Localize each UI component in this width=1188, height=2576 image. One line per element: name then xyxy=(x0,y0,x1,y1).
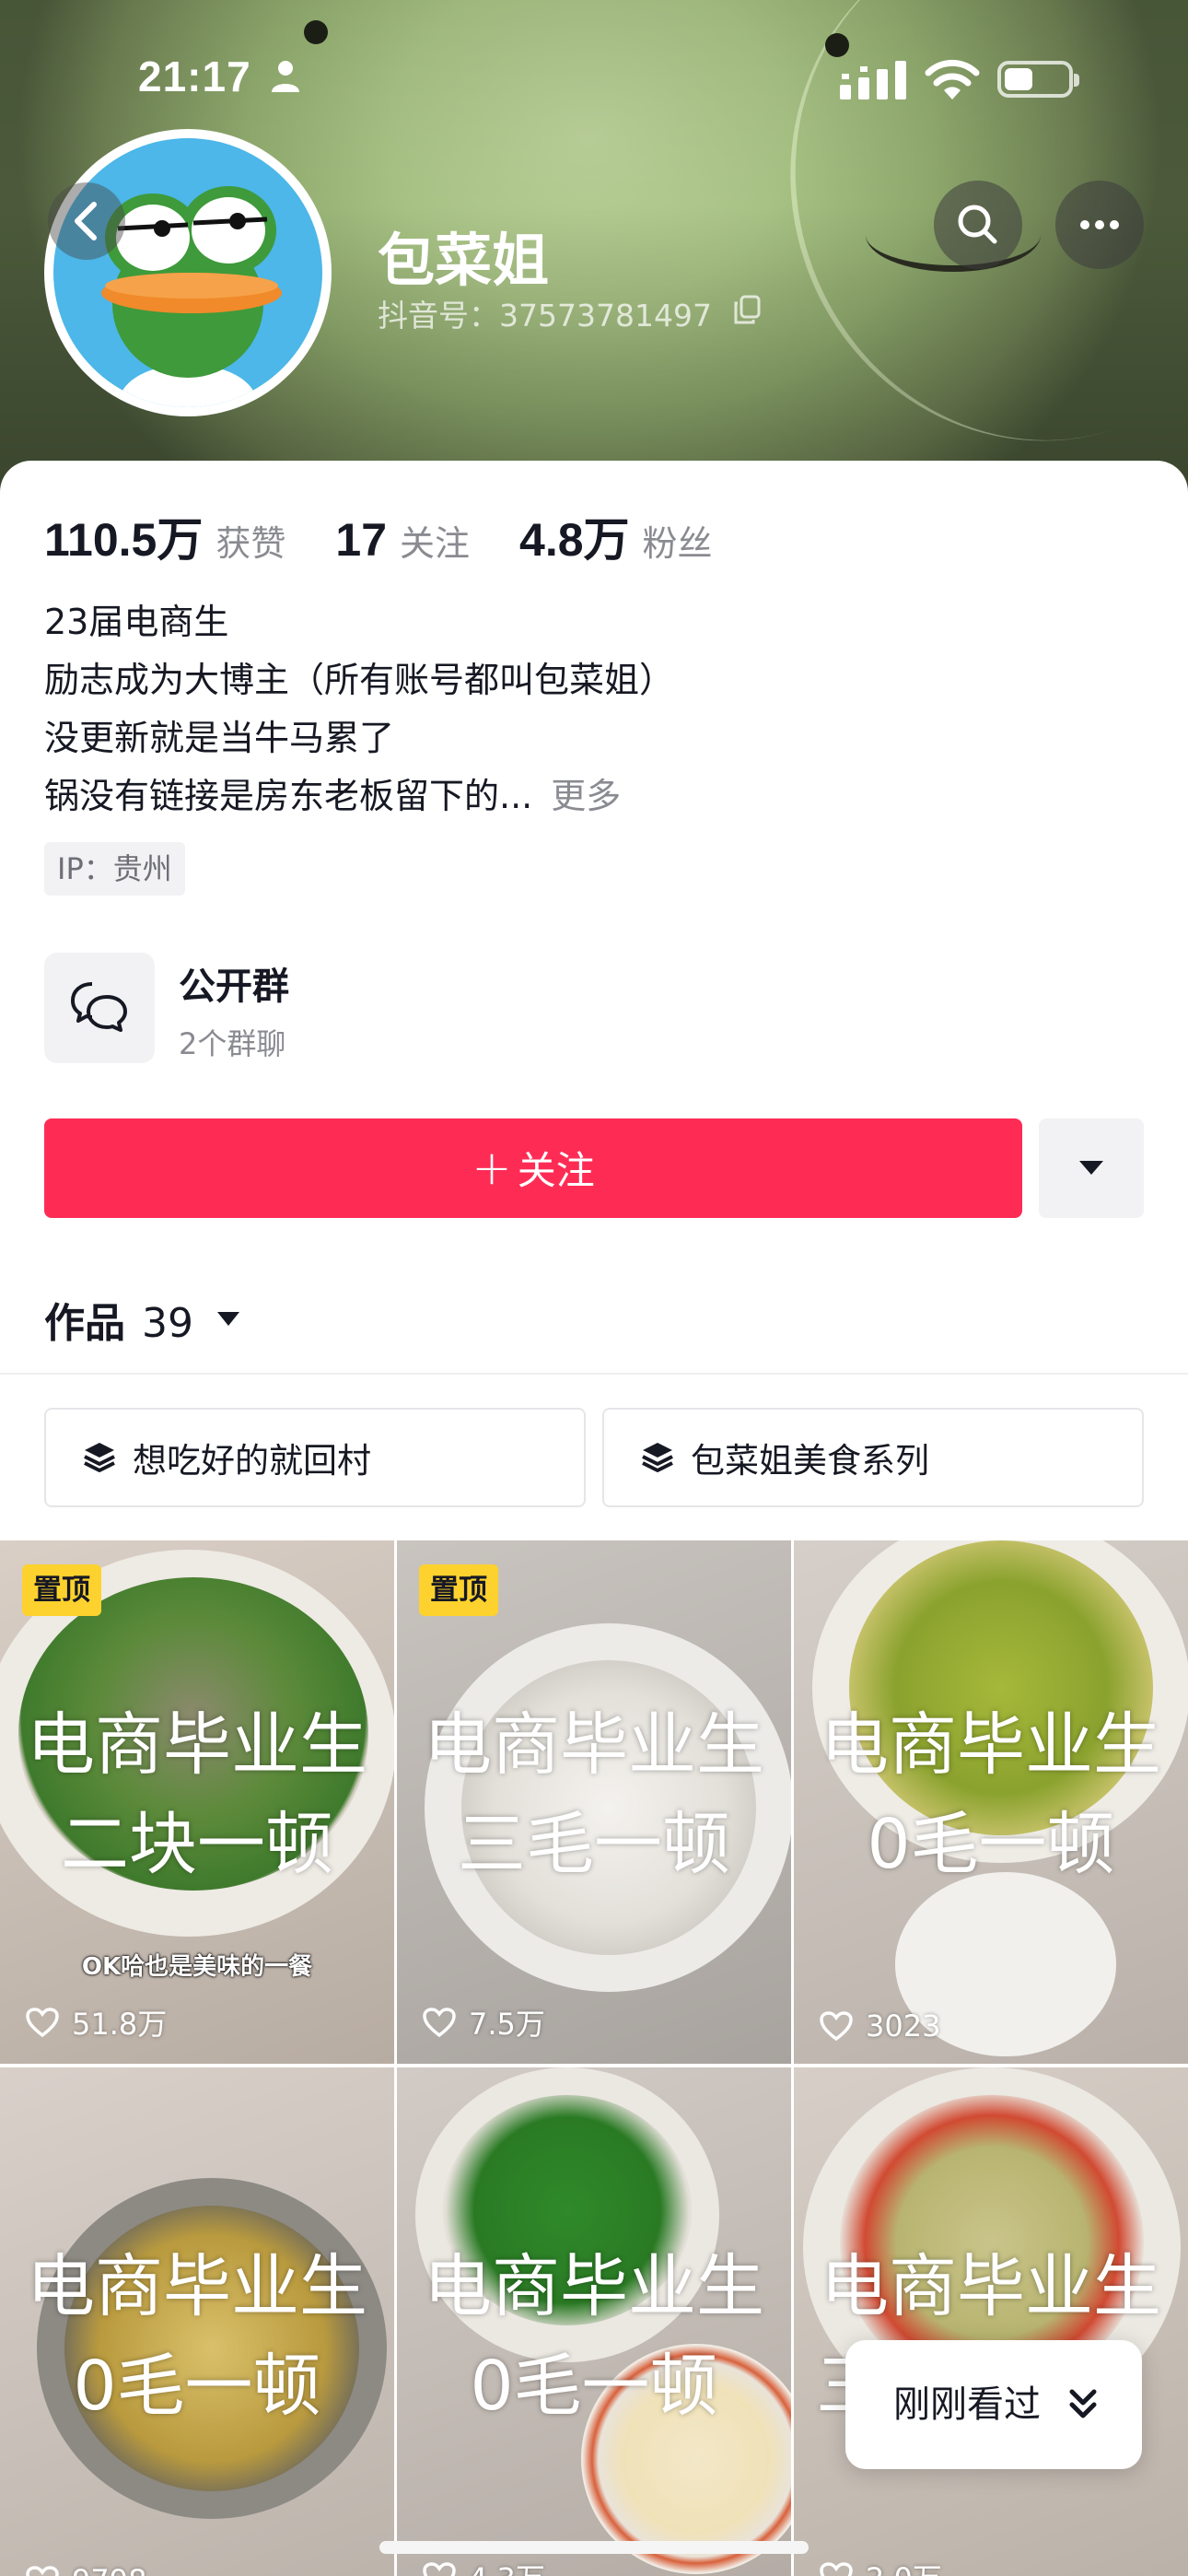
avatar[interactable] xyxy=(44,129,332,416)
banner-cabbage-eye-left xyxy=(304,20,328,44)
bio-line: 锅没有链接是房东老板留下的... xyxy=(44,776,533,816)
layers-icon xyxy=(84,1443,115,1472)
wifi-icon xyxy=(925,59,980,100)
home-indicator[interactable] xyxy=(379,2541,809,2554)
works-label: 作品 xyxy=(44,1300,125,1347)
douyin-id: 抖音号：37573781497 xyxy=(378,298,712,334)
video-likes-count: 4.3万 xyxy=(469,2556,545,2576)
follow-dropdown-button[interactable] xyxy=(1039,1118,1144,1218)
ip-location-tag: IP：贵州 xyxy=(44,842,185,896)
heart-icon xyxy=(26,2008,59,2037)
more-options-button[interactable] xyxy=(1055,181,1144,269)
bio-more-link[interactable]: 更多 xyxy=(551,776,621,816)
video-caption-line1: 电商毕业生 xyxy=(27,1705,367,1785)
collection-label: 包菜姐美食系列 xyxy=(691,1441,929,1481)
chat-bubbles-icon xyxy=(71,982,127,1032)
profile-name: 包菜姐 xyxy=(378,227,550,294)
likes-label: 获赞 xyxy=(215,523,286,564)
video-likes: 2.0万 xyxy=(820,2556,942,2576)
follow-button[interactable]: + 关注 xyxy=(44,1118,1022,1218)
video-caption-line1: 电商毕业生 xyxy=(27,2247,367,2326)
video-likes: 7.5万 xyxy=(423,2001,545,2043)
bio-line-last: 锅没有链接是房东老板留下的... 更多 xyxy=(44,767,674,825)
person-icon xyxy=(272,61,299,92)
collection-chip[interactable]: 想吃好的就回村 xyxy=(44,1408,586,1507)
video-caption-line2: 0毛一顿 xyxy=(73,2347,321,2426)
video-tile[interactable]: 电商毕业生 0毛一顿 3023 xyxy=(794,1540,1188,2064)
heart-icon xyxy=(820,2011,853,2041)
followers-label[interactable]: 粉丝 xyxy=(643,515,713,566)
collection-chip[interactable]: 包菜姐美食系列 xyxy=(602,1408,1144,1507)
double-chevron-down-icon xyxy=(1069,2389,1097,2418)
video-likes: 51.8万 xyxy=(26,2001,167,2043)
video-likes-count: 9798 xyxy=(72,2563,146,2576)
group-title[interactable]: 公开群 xyxy=(179,956,289,1010)
frog-avatar-image xyxy=(53,138,322,407)
video-caption-line1: 电商毕业生 xyxy=(424,2247,764,2326)
frog-illustration xyxy=(101,186,282,407)
bio-line: 没更新就是当牛马累了 xyxy=(44,718,395,758)
chevron-left-icon xyxy=(75,202,97,240)
group-subtitle: 2个群聊 xyxy=(179,1026,286,1061)
layers-icon xyxy=(642,1443,673,1472)
profile-bio: 23届电商生 励志成为大博主（所有账号都叫包菜姐） 没更新就是当牛马累了 锅没有… xyxy=(44,593,674,825)
video-likes-count: 7.5万 xyxy=(469,2007,545,2042)
video-tile[interactable]: 电商毕业生 三 2.0万 xyxy=(794,2067,1188,2576)
heart-icon xyxy=(423,2562,456,2576)
video-likes-count: 3023 xyxy=(866,2008,941,2043)
bio-line: 23届电商生 xyxy=(44,602,229,642)
pinned-badge: 置顶 xyxy=(419,1564,498,1616)
video-subcaption: OK哈也是美味的一餐 xyxy=(81,1953,313,1981)
caret-down-icon[interactable] xyxy=(217,1312,239,1326)
search-icon xyxy=(958,205,997,244)
video-tile[interactable]: 电商毕业生 三毛一顿 置顶 7.5万 xyxy=(397,1540,791,2064)
video-caption-line1: 电商毕业生 xyxy=(821,1705,1161,1785)
follow-label: 关注 xyxy=(517,1148,595,1193)
collection-label: 想吃好的就回村 xyxy=(133,1441,371,1481)
likes-count: 110.5万 xyxy=(44,514,204,566)
divider xyxy=(0,1373,1188,1375)
video-tile[interactable]: 电商毕业生 0毛一顿 4.3万 xyxy=(397,2067,791,2576)
plus-icon: + xyxy=(472,1141,512,1196)
back-button[interactable] xyxy=(48,182,125,260)
video-likes-count: 2.0万 xyxy=(866,2556,942,2576)
video-caption-line2: 0毛一顿 xyxy=(470,2347,718,2426)
video-caption-line2: 0毛一顿 xyxy=(867,1805,1115,1884)
following-count[interactable]: 17 xyxy=(335,513,387,567)
more-dots-icon xyxy=(1080,220,1119,229)
video-caption-line1: 电商毕业生 xyxy=(821,2247,1161,2326)
works-count: 39 xyxy=(142,1300,193,1347)
video-tile[interactable]: 电商毕业生 0毛一顿 9798 xyxy=(0,2067,394,2576)
video-likes: 3023 xyxy=(820,2008,940,2043)
status-time: 21:17 xyxy=(138,53,251,100)
pinned-badge: 置顶 xyxy=(22,1564,101,1616)
search-button[interactable] xyxy=(934,181,1022,269)
banner-cabbage-eye-right xyxy=(825,33,849,57)
recently-viewed-button[interactable]: 刚刚看过 xyxy=(845,2340,1142,2469)
heart-icon xyxy=(423,2008,456,2037)
video-caption-line2: 三毛一顿 xyxy=(458,1805,730,1884)
works-tab[interactable]: 作品 39 xyxy=(44,1290,193,1349)
heart-icon xyxy=(26,2566,59,2576)
heart-icon xyxy=(820,2562,853,2576)
bio-line: 励志成为大博主（所有账号都叫包菜姐） xyxy=(44,660,675,700)
video-likes: 9798 xyxy=(26,2563,146,2576)
battery-icon xyxy=(997,61,1079,98)
recently-viewed-label: 刚刚看过 xyxy=(893,2383,1041,2426)
video-caption-line1: 电商毕业生 xyxy=(424,1705,764,1785)
followers-count[interactable]: 4.8万 xyxy=(519,503,630,569)
video-likes: 4.3万 xyxy=(423,2556,545,2576)
video-likes-count: 51.8万 xyxy=(72,2007,168,2042)
following-label[interactable]: 关注 xyxy=(400,515,470,566)
video-caption-line2: 二块一顿 xyxy=(61,1805,333,1884)
cellular-signal-icon xyxy=(840,61,906,100)
video-tile[interactable]: 电商毕业生 二块一顿 OK哈也是美味的一餐 置顶 51.8万 xyxy=(0,1540,394,2064)
group-chat-entry[interactable] xyxy=(44,953,155,1063)
profile-stats: 110.5万 获赞 17 关注 4.8万 粉丝 xyxy=(44,503,763,566)
copy-icon[interactable] xyxy=(733,295,761,324)
